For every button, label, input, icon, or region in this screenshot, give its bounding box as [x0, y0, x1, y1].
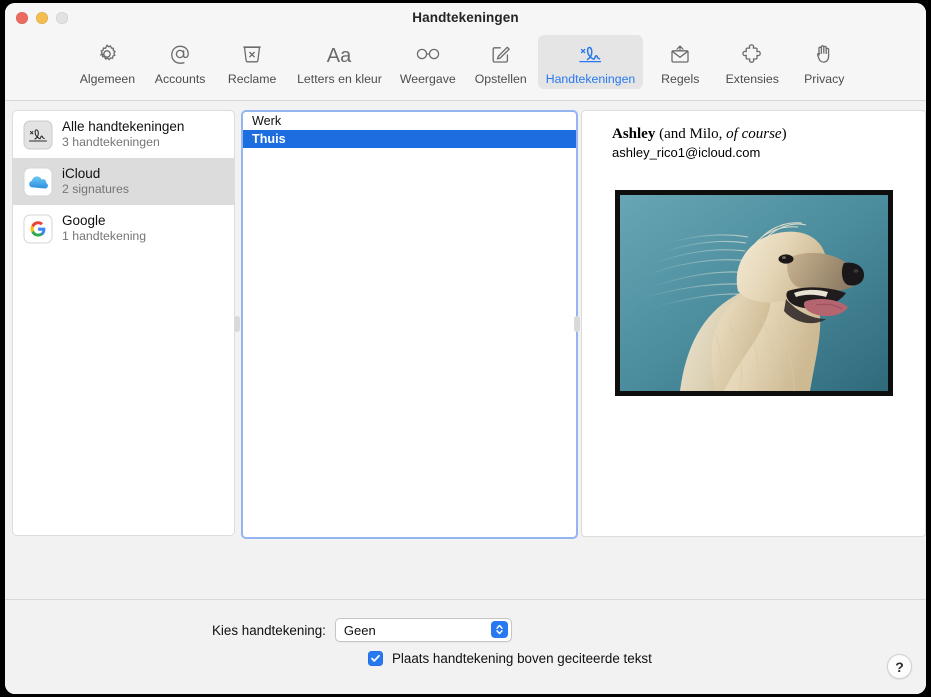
sidebar-item-text: Alle handtekeningen 3 handtekeningen	[62, 119, 184, 150]
toolbar-item-label: Handtekeningen	[545, 72, 636, 86]
signature-name-line: Ashley (and Milo, of course)	[612, 125, 925, 143]
choose-signature-popup[interactable]: Geen	[334, 618, 512, 642]
compose-icon	[488, 39, 514, 69]
splitter-handle[interactable]	[234, 316, 240, 332]
puzzle-icon	[739, 39, 765, 69]
choose-signature-value: Geen	[343, 622, 376, 638]
place-above-quote-label: Plaats handtekening boven geciteerde tek…	[392, 650, 652, 666]
sidebar-item-count: 2 signatures	[62, 182, 129, 196]
icloud-icon	[23, 167, 53, 197]
sidebar-item-name: Google	[62, 213, 106, 228]
gear-icon	[94, 39, 120, 69]
at-sign-icon	[167, 39, 193, 69]
preferences-window: Handtekeningen Algemeen Accounts Reclame…	[5, 3, 926, 694]
choose-signature-row: Kies handtekening: Geen	[212, 618, 512, 642]
toolbar-item-label: Algemeen	[79, 72, 136, 86]
toolbar-item-label: Reclame	[227, 72, 277, 86]
bottom-bar: Kies handtekening: Geen Plaats handteken…	[5, 600, 926, 694]
toolbar-item-label: Extensies	[725, 72, 779, 86]
help-button[interactable]: ?	[887, 654, 912, 679]
sidebar-item-count: 1 handtekening	[62, 229, 147, 243]
toolbar-item-opstellen[interactable]: Opstellen	[466, 35, 536, 89]
sidebar-item-name: Alle handtekeningen	[62, 119, 185, 134]
toolbar-item-label: Privacy	[804, 72, 845, 86]
preferences-toolbar: Algemeen Accounts Reclame Aa Letters en …	[5, 33, 926, 101]
signature-name-italic: of course	[726, 126, 782, 142]
signature-email: ashley_rico1@icloud.com	[612, 145, 761, 160]
signature-name: Ashley	[612, 126, 656, 142]
toolbar-item-label: Regels	[661, 72, 700, 86]
toolbar-item-letters-en-kleur[interactable]: Aa Letters en kleur	[289, 35, 390, 89]
all-signatures-icon	[23, 120, 53, 150]
google-icon	[23, 214, 53, 244]
toolbar-item-handtekeningen[interactable]: Handtekeningen	[537, 35, 644, 89]
toolbar-item-extensies[interactable]: Extensies	[717, 35, 787, 89]
list-preview-splitter[interactable]	[574, 110, 580, 534]
place-above-quote-checkbox[interactable]	[368, 651, 383, 666]
glasses-icon	[411, 39, 445, 69]
title-bar: Handtekeningen	[5, 3, 926, 33]
window-title: Handtekeningen	[412, 10, 519, 25]
sidebar-item-alle-handtekeningen[interactable]: Alle handtekeningen 3 handtekeningen	[13, 111, 234, 158]
hand-icon	[811, 39, 837, 69]
signatures-panel: Alle handtekeningen 3 handtekeningen iCl…	[5, 101, 926, 679]
place-above-quote-row[interactable]: Plaats handtekening boven geciteerde tek…	[368, 650, 652, 666]
signature-icon	[570, 39, 610, 69]
accounts-sidebar: Alle handtekeningen 3 handtekeningen iCl…	[12, 110, 235, 536]
toolbar-item-regels[interactable]: Regels	[645, 35, 715, 89]
chevron-up-down-icon	[490, 621, 508, 638]
signature-list-item[interactable]: Werk	[243, 112, 576, 130]
font-aa-icon: Aa	[322, 39, 356, 69]
toolbar-item-privacy[interactable]: Privacy	[789, 35, 859, 89]
sidebar-item-text: Google 1 handtekening	[62, 213, 146, 244]
toolbar-item-label: Accounts	[154, 72, 206, 86]
sidebar-item-google[interactable]: Google 1 handtekening	[13, 205, 234, 252]
toolbar-item-weergave[interactable]: Weergave	[392, 35, 464, 89]
toolbar-item-label: Opstellen	[474, 72, 527, 86]
afghan-hound-photo	[614, 190, 893, 396]
svg-text:Aa: Aa	[327, 45, 352, 67]
sidebar-list-splitter[interactable]	[234, 110, 240, 534]
splitter-handle[interactable]	[574, 316, 580, 332]
toolbar-item-accounts[interactable]: Accounts	[145, 35, 215, 89]
choose-signature-label: Kies handtekening:	[212, 622, 326, 638]
toolbar-item-reclame[interactable]: Reclame	[217, 35, 287, 89]
toolbar-item-label: Weergave	[399, 72, 456, 86]
sidebar-item-text: iCloud 2 signatures	[62, 166, 129, 197]
signature-preview[interactable]: Ashley (and Milo, of course) ashley_rico…	[581, 110, 926, 537]
rules-mail-icon	[667, 39, 693, 69]
junk-bin-icon	[239, 39, 265, 69]
toolbar-item-label: Letters en kleur	[297, 72, 382, 86]
signature-list-item[interactable]: Thuis	[243, 130, 576, 148]
signature-name-close: )	[781, 126, 787, 142]
photo-canvas	[619, 195, 888, 391]
signature-header: Ashley (and Milo, of course) ashley_rico…	[582, 111, 925, 162]
sidebar-item-name: iCloud	[62, 166, 101, 181]
signature-list[interactable]: Werk Thuis	[241, 110, 578, 539]
toolbar-item-algemeen[interactable]: Algemeen	[72, 35, 143, 89]
sidebar-item-icloud[interactable]: iCloud 2 signatures	[13, 158, 234, 205]
sidebar-item-count: 3 handtekeningen	[62, 135, 160, 149]
signature-name-suffix: (and Milo,	[655, 126, 727, 142]
